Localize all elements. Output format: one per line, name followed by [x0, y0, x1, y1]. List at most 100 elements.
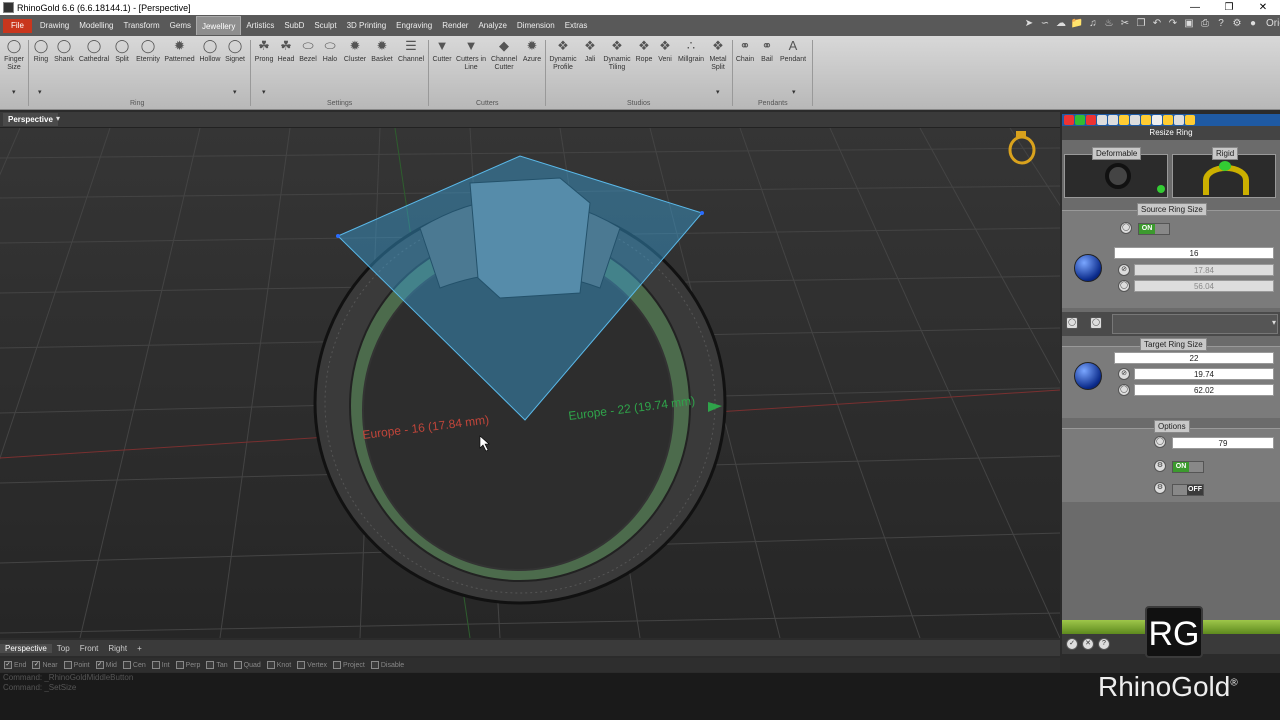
cancel-icon[interactable]: ✕: [1082, 638, 1094, 650]
ring-mode-icon[interactable]: ◯: [1066, 317, 1078, 329]
osnap-mid[interactable]: ✓ Mid: [95, 661, 117, 669]
veni-button[interactable]: ❖ Veni: [656, 38, 674, 64]
osnap-end[interactable]: ✓ End: [4, 661, 26, 669]
ok-icon[interactable]: ✓: [1066, 638, 1078, 650]
menu-modelling[interactable]: Modelling: [74, 15, 118, 36]
deformable-option[interactable]: [1064, 154, 1168, 198]
undo-icon[interactable]: ↶: [1150, 17, 1164, 31]
source-diameter-input[interactable]: 17.84: [1134, 264, 1274, 276]
panel-tab-icon[interactable]: [1086, 115, 1096, 125]
osnap-tan[interactable]: Tan: [206, 661, 228, 669]
print-icon[interactable]: ⎙: [1198, 17, 1212, 31]
osnap-vertex[interactable]: Vertex: [297, 661, 327, 669]
ring-size-mode-icon[interactable]: ◯: [1090, 317, 1102, 329]
copy-icon[interactable]: ❐: [1134, 17, 1148, 31]
patterned-button[interactable]: ✹ Patterned: [163, 38, 196, 64]
source-toggle[interactable]: ON: [1138, 223, 1170, 235]
help-icon[interactable]: ?: [1098, 638, 1110, 650]
osnap-mid-checkbox[interactable]: ✓: [95, 661, 104, 669]
osnap-quad-checkbox[interactable]: [233, 661, 242, 669]
menu-render[interactable]: Render: [437, 15, 473, 36]
osnap-end-checkbox[interactable]: ✓: [4, 661, 12, 669]
osnap-near[interactable]: ✓ Near: [32, 661, 58, 669]
studios-dropdown-icon[interactable]: ▾: [716, 88, 720, 96]
osnap-near-checkbox[interactable]: ✓: [32, 661, 41, 669]
osnap-project[interactable]: Project: [333, 661, 365, 669]
target-mode-dropdown-icon[interactable]: ▾: [1272, 318, 1276, 327]
bell-icon[interactable]: ♨: [1102, 17, 1116, 31]
cluster-button[interactable]: ✹ Cluster: [342, 38, 368, 64]
bail-button[interactable]: ⚭ Bail: [758, 38, 776, 64]
viewport-menu-icon[interactable]: ▾: [56, 114, 60, 123]
dynamic-profile-button[interactable]: ❖ Dynamic Profile: [548, 38, 578, 72]
split-button[interactable]: ◯ Split: [113, 38, 131, 64]
option-toggle2[interactable]: OFF: [1172, 484, 1204, 496]
osnap-tan-checkbox[interactable]: [206, 661, 215, 669]
pendant-button[interactable]: A Pendant: [779, 38, 807, 64]
ring-button[interactable]: ◯ Ring: [32, 38, 50, 64]
cutter-button[interactable]: ▼ Cutter: [431, 38, 453, 64]
panel-tab-icon[interactable]: [1174, 115, 1184, 125]
tab-right[interactable]: Right: [103, 644, 132, 653]
osnap-project-checkbox[interactable]: [333, 661, 342, 669]
osnap-disable-checkbox[interactable]: [370, 661, 379, 669]
menu-artistics[interactable]: Artistics: [241, 15, 279, 36]
menu-file[interactable]: File: [3, 18, 32, 33]
curve-icon[interactable]: ∽: [1038, 17, 1052, 31]
osnap-knot-checkbox[interactable]: [266, 661, 275, 669]
dynamic-tiling-button[interactable]: ❖ Dynamic Tiling: [602, 38, 632, 72]
redo-icon[interactable]: ↷: [1166, 17, 1180, 31]
shank-button[interactable]: ◯ Shank: [53, 38, 75, 64]
target-circumference-input[interactable]: 62.02: [1134, 384, 1274, 396]
target-diameter-input[interactable]: 19.74: [1134, 368, 1274, 380]
add-tab-icon[interactable]: +: [132, 644, 147, 653]
osnap-point[interactable]: Point: [63, 661, 90, 669]
prong-button[interactable]: ☘ Prong: [254, 38, 274, 64]
osnap-cen[interactable]: Cen: [122, 661, 146, 669]
rigid-option[interactable]: [1172, 154, 1276, 198]
eternity-button[interactable]: ◯ Eternity: [134, 38, 162, 64]
menu-gems[interactable]: Gems: [165, 15, 196, 36]
command-line[interactable]: Command: _RhinoGoldMiddleButton Command:…: [0, 673, 1280, 720]
settings-dropdown-icon[interactable]: ▾: [262, 88, 266, 96]
chain-button[interactable]: ⚭ Chain: [735, 38, 755, 64]
cathedral-button[interactable]: ◯ Cathedral: [78, 38, 110, 64]
menu-jewellery[interactable]: Jewellery: [195, 16, 242, 35]
rope-button[interactable]: ❖ Rope: [634, 38, 654, 64]
panel-tab-icon[interactable]: [1141, 115, 1151, 125]
panel-tab-icon[interactable]: [1108, 115, 1118, 125]
viewport-perspective[interactable]: Europe - 16 (17.84 mm) Europe - 22 (19.7…: [0, 128, 1060, 638]
osnap-perp[interactable]: Perp: [175, 661, 200, 669]
azure-button[interactable]: ✹ Azure: [521, 38, 543, 64]
pendants-dropdown-icon[interactable]: ▾: [792, 88, 796, 96]
cursor-icon[interactable]: ➤: [1022, 17, 1036, 31]
osnap-int-checkbox[interactable]: [151, 661, 160, 669]
option-toggle1[interactable]: ON: [1172, 461, 1204, 473]
menu-drawing[interactable]: Drawing: [35, 15, 74, 36]
finger-size-dropdown-icon[interactable]: ▾: [12, 88, 16, 96]
menu-sculpt[interactable]: Sculpt: [309, 15, 341, 36]
menu-extras[interactable]: Extras: [560, 15, 593, 36]
millgrain-button[interactable]: ∴ Millgrain: [677, 38, 705, 64]
tab-front[interactable]: Front: [75, 644, 104, 653]
panel-tab-icon[interactable]: [1163, 115, 1173, 125]
jali-button[interactable]: ❖ Jali: [581, 38, 599, 64]
basket-button[interactable]: ✹ Basket: [370, 38, 394, 64]
osnap-cen-checkbox[interactable]: [122, 661, 131, 669]
close-icon[interactable]: ✕: [1246, 0, 1280, 15]
ring-dropdown-icon[interactable]: ▾: [38, 88, 42, 96]
scissors-icon[interactable]: ✂: [1118, 17, 1132, 31]
panel-tab-icon[interactable]: [1097, 115, 1107, 125]
viewport-name[interactable]: Perspective: [3, 113, 58, 126]
target-globe-icon[interactable]: [1074, 362, 1102, 390]
restore-icon[interactable]: ❐: [1212, 0, 1246, 15]
tab-perspective[interactable]: Perspective: [0, 643, 52, 653]
osnap-int[interactable]: Int: [151, 661, 170, 669]
halo-button[interactable]: ⬭ Halo: [321, 38, 339, 64]
panel-tab-icon[interactable]: [1119, 115, 1129, 125]
panel-tab-icon[interactable]: [1185, 115, 1195, 125]
menu-3d-printing[interactable]: 3D Printing: [342, 15, 392, 36]
settings-icon[interactable]: ⚙: [1230, 17, 1244, 31]
save-icon[interactable]: ▣: [1182, 17, 1196, 31]
panel-tab-icon[interactable]: [1075, 115, 1085, 125]
